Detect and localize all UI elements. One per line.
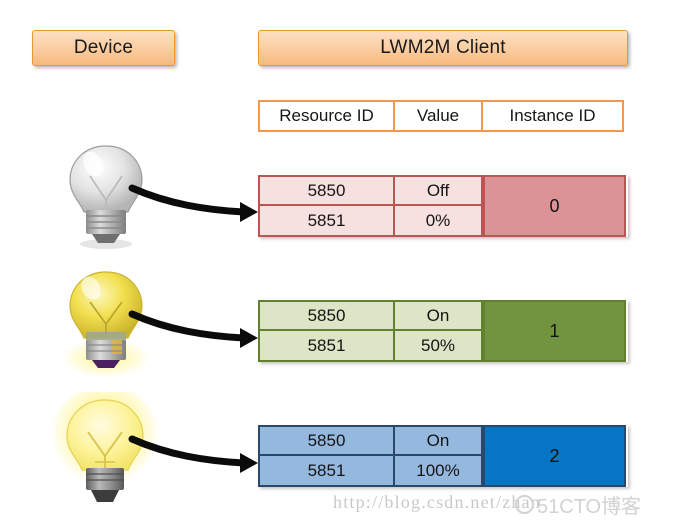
cell-value: On [393, 300, 483, 331]
lwm2m-client-header-label: LWM2M Client [380, 37, 506, 58]
cell-value: Off [393, 175, 483, 206]
cell-resource-id: 5850 [258, 300, 395, 331]
cell-value: 100% [393, 454, 483, 487]
watermark-blog-url: http://blog.csdn.net/zhan [333, 492, 541, 512]
cell-resource-id: 5851 [258, 204, 395, 237]
table-row: 5851 50% [258, 329, 485, 362]
table-column-header-row: Resource ID Value Instance ID [258, 100, 628, 132]
table-row: 5850 On [258, 300, 485, 331]
watermark-51cto: 51CTO博客 [515, 490, 641, 519]
watermark-ring-icon [515, 495, 534, 514]
lwm2m-client-header-box: LWM2M Client [258, 30, 628, 66]
column-header-resource-id: Resource ID [258, 100, 395, 132]
table-row: 5851 100% [258, 454, 485, 487]
column-header-value: Value [393, 100, 483, 132]
column-header-instance-id: Instance ID [481, 100, 624, 132]
instance-resource-rows: 5850 Off 5851 0% [258, 175, 485, 237]
arrow-device-to-instance-2 [128, 433, 263, 480]
instance-resource-rows: 5850 On 5851 100% [258, 425, 485, 487]
cell-resource-id: 5850 [258, 425, 395, 456]
device-header-box: Device [32, 30, 175, 66]
arrow-device-to-instance-1 [128, 308, 263, 355]
instance-table: 5850 On 5851 50% 1 [258, 300, 628, 362]
cell-resource-id: 5850 [258, 175, 395, 206]
cell-resource-id: 5851 [258, 329, 395, 362]
watermark-51cto-label: 51CTO博客 [537, 496, 642, 518]
instance-table: 5850 Off 5851 0% 0 [258, 175, 628, 237]
table-row: 5851 0% [258, 204, 485, 237]
table-row: 5850 On [258, 425, 485, 456]
cell-instance-id: 1 [483, 300, 626, 362]
cell-value: 0% [393, 204, 483, 237]
cell-value: 50% [393, 329, 483, 362]
cell-resource-id: 5851 [258, 454, 395, 487]
cell-value: On [393, 425, 483, 456]
instance-resource-rows: 5850 On 5851 50% [258, 300, 485, 362]
table-row: 5850 Off [258, 175, 485, 206]
cell-instance-id: 2 [483, 425, 626, 487]
arrow-device-to-instance-0 [128, 182, 263, 229]
cell-instance-id: 0 [483, 175, 626, 237]
device-header-label: Device [73, 37, 134, 58]
instance-table: 5850 On 5851 100% 2 [258, 425, 628, 487]
